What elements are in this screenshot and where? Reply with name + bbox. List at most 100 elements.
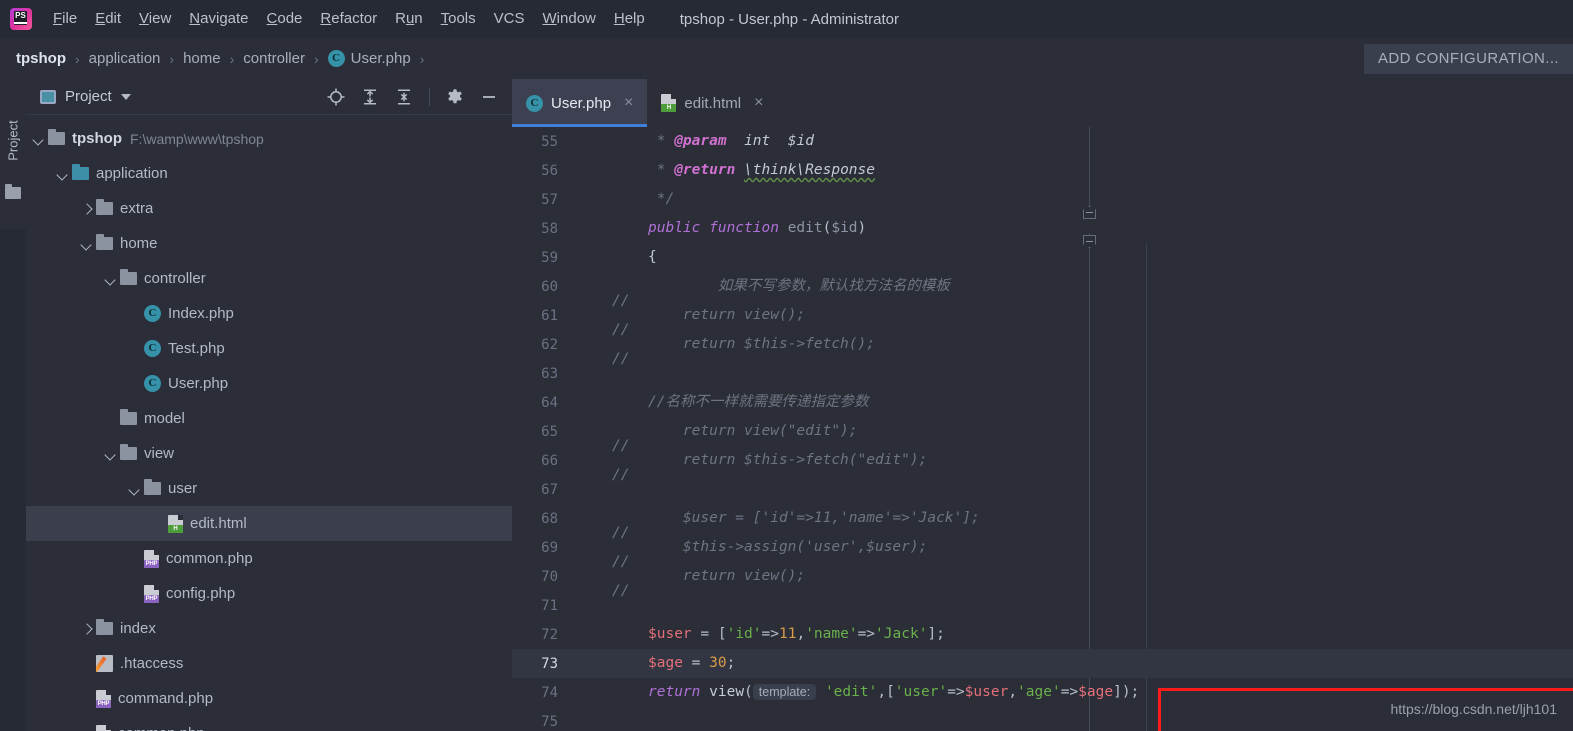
code-line[interactable]: 67: [512, 475, 1573, 504]
breadcrumb-item-controller[interactable]: controller: [243, 50, 305, 67]
tree-item[interactable]: view: [26, 436, 512, 471]
close-icon[interactable]: ×: [624, 94, 633, 112]
chevron-down-icon[interactable]: [120, 93, 131, 100]
code-line[interactable]: 56 * @return \think\Response: [512, 156, 1573, 185]
code-token: ,: [1008, 684, 1018, 700]
folder-icon: [96, 198, 113, 215]
chevron-down-icon[interactable]: [54, 165, 72, 183]
menu-item-window[interactable]: Window: [534, 7, 605, 31]
code-line[interactable]: 61// return view();: [512, 301, 1573, 338]
tree-item[interactable]: C Test.php: [26, 331, 512, 366]
folder-icon: [120, 268, 137, 285]
tool-window-button-project[interactable]: Project: [0, 79, 26, 229]
breadcrumb-item-user-php[interactable]: User.php: [351, 50, 411, 67]
tree-item[interactable]: controller: [26, 261, 512, 296]
tree-item-label: view: [144, 445, 175, 462]
line-number: 60: [541, 278, 558, 295]
code-line[interactable]: 60// 如果不写参数，默认找方法名的模板: [512, 272, 1573, 309]
tree-item[interactable]: home: [26, 226, 512, 261]
menu-item-run[interactable]: Run: [386, 7, 432, 31]
code-line[interactable]: 65// return view("edit");: [512, 417, 1573, 454]
code-line[interactable]: 73 $age = 30;: [512, 649, 1573, 678]
tree-item[interactable]: PHP common.php: [26, 541, 512, 576]
locate-target-icon[interactable]: [327, 88, 345, 106]
php-class-icon: C: [144, 340, 161, 357]
menu-item-help[interactable]: Help: [605, 7, 654, 31]
expand-all-icon[interactable]: [361, 88, 379, 106]
code-line[interactable]: 69// $this->assign('user',$user);: [512, 533, 1573, 570]
code-line[interactable]: 58 public function edit($id): [512, 214, 1573, 243]
tree-item[interactable]: Hedit.html: [26, 506, 512, 541]
code-line[interactable]: 72 $user = ['id'=>11,'name'=>'Jack'];: [512, 620, 1573, 649]
code-token: $age: [648, 655, 683, 671]
code-token: $age: [1078, 684, 1114, 700]
left-tool-strip: Project: [0, 79, 26, 731]
code-token: */: [648, 191, 675, 207]
code-line[interactable]: 62// return $this->fetch();: [512, 330, 1573, 367]
menu-item-file[interactable]: File: [44, 7, 86, 31]
menu-item-navigate[interactable]: Navigate: [180, 7, 257, 31]
menu-item-edit[interactable]: Edit: [86, 7, 130, 31]
menu-item-tools[interactable]: Tools: [432, 7, 485, 31]
code-line[interactable]: 71: [512, 591, 1573, 620]
code-line[interactable]: 64 //名称不一样就需要传递指定参数: [512, 388, 1573, 417]
chevron-right-icon[interactable]: [78, 200, 96, 218]
code-line[interactable]: 55 * @param int $id: [512, 127, 1573, 156]
code-token: \think\Response: [744, 162, 875, 178]
menu-item-refactor[interactable]: Refactor: [311, 7, 386, 31]
tree-item[interactable]: PHP command.php: [26, 681, 512, 716]
code-token: $this->assign('user',$user);: [648, 539, 928, 555]
chevron-down-icon[interactable]: [78, 235, 96, 253]
tree-item[interactable]: .htaccess: [26, 646, 512, 681]
tree-item[interactable]: user: [26, 471, 512, 506]
tree-item[interactable]: index: [26, 611, 512, 646]
code-line[interactable]: 63: [512, 359, 1573, 388]
code-line[interactable]: 70// return view();: [512, 562, 1573, 599]
breadcrumb-item-home[interactable]: home: [183, 50, 221, 67]
editor-tab-edit-html[interactable]: Hedit.html ×: [647, 79, 777, 127]
chevron-right-icon[interactable]: [78, 620, 96, 638]
code-token: @return: [674, 162, 736, 178]
breadcrumb-item-application[interactable]: application: [89, 50, 161, 67]
add-configuration-button[interactable]: ADD CONFIGURATION...: [1363, 44, 1573, 74]
editor-tab-user-php[interactable]: C User.php ×: [512, 79, 648, 127]
project-view-icon: [40, 89, 56, 104]
code-token: template:: [752, 684, 817, 700]
collapse-all-icon[interactable]: [395, 88, 413, 106]
minimize-icon[interactable]: [480, 88, 498, 106]
code-token: public function: [648, 220, 788, 236]
code-token: *: [648, 133, 675, 149]
tree-item[interactable]: C Index.php: [26, 296, 512, 331]
folder-icon: [5, 184, 21, 199]
menu-item-vcs[interactable]: VCS: [485, 7, 534, 31]
line-number: 75: [541, 713, 558, 730]
code-token: int: [744, 133, 771, 149]
tree-item[interactable]: model: [26, 401, 512, 436]
tree-item[interactable]: C User.php: [26, 366, 512, 401]
chevron-down-icon[interactable]: [102, 270, 120, 288]
code-line[interactable]: 66// return $this->fetch("edit");: [512, 446, 1573, 483]
code-line[interactable]: 57 */: [512, 185, 1573, 214]
folder-icon: [120, 408, 137, 425]
breadcrumb-separator: ›: [229, 50, 235, 67]
tree-item[interactable]: application: [26, 156, 512, 191]
close-icon[interactable]: ×: [754, 94, 763, 112]
menu-item-view[interactable]: View: [130, 7, 180, 31]
chevron-down-icon[interactable]: [102, 445, 120, 463]
tree-item[interactable]: PHP config.php: [26, 576, 512, 611]
tree-item[interactable]: extra: [26, 191, 512, 226]
chevron-down-icon[interactable]: [30, 130, 48, 148]
code-line[interactable]: 68// $user = ['id'=>11,'name'=>'Jack'];: [512, 504, 1573, 541]
tree-item[interactable]: PHP common.php: [26, 716, 512, 731]
code-line[interactable]: 59 {: [512, 243, 1573, 272]
gear-icon[interactable]: [446, 88, 464, 106]
code-editor[interactable]: 55 * @param int $id 56 * @return \think\R…: [512, 127, 1573, 731]
chevron-down-icon[interactable]: [126, 480, 144, 498]
menu-item-code[interactable]: Code: [258, 7, 312, 31]
tree-item[interactable]: tpshop F:\wamp\www\tpshop: [26, 121, 512, 156]
breadcrumb-item-tpshop[interactable]: tpshop: [16, 50, 66, 67]
